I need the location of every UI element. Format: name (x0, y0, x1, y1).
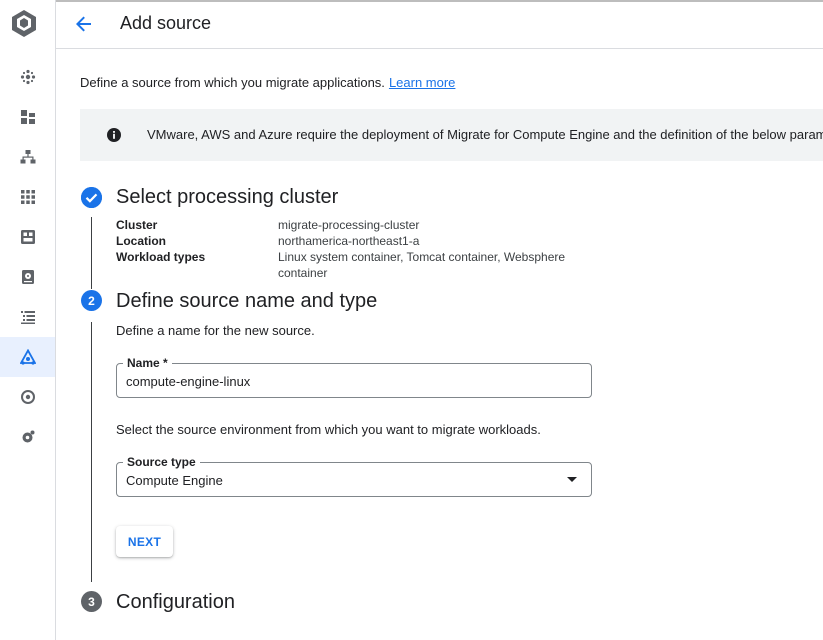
summary-label-workload-types: Workload types (116, 250, 206, 264)
list-icon (20, 311, 35, 324)
learn-more-link[interactable]: Learn more (389, 75, 455, 90)
migrate-icon (19, 349, 36, 365)
check-circle-icon (81, 187, 102, 208)
back-button[interactable] (72, 12, 96, 36)
intro-description: Define a source from which you migrate a… (80, 75, 385, 90)
discover-icon (20, 110, 35, 124)
settings-icon (22, 430, 34, 443)
stepper-line (91, 322, 92, 582)
step-2-indicator: 2 (81, 290, 102, 311)
summary-label-cluster: Cluster (116, 218, 158, 232)
rail-item-overview[interactable] (0, 217, 55, 257)
intro-text: Define a source from which you migrate a… (80, 75, 455, 90)
summary-value-workload-types: Linux system container, Tomcat container… (278, 250, 566, 280)
rail-item-list[interactable] (0, 297, 55, 337)
product-logo-icon[interactable] (8, 7, 40, 39)
rail-item-settings[interactable] (0, 417, 55, 457)
step-1-complete-indicator (81, 187, 102, 208)
rail-item-storage[interactable] (0, 257, 55, 297)
step-3-indicator: 3 (81, 591, 102, 612)
step-1-title[interactable]: Select processing cluster (116, 186, 338, 209)
dashboard-icon (20, 69, 35, 85)
name-field[interactable]: Name * compute-engine-linux (116, 356, 592, 398)
summary-value-location: northamerica-northeast1-a (278, 234, 420, 248)
apps-grid-icon (20, 190, 35, 204)
target-icon (20, 390, 35, 404)
left-nav-rail (0, 0, 56, 640)
source-type-value: Compute Engine (126, 473, 223, 488)
rail-item-hierarchy[interactable] (0, 137, 55, 177)
info-banner: VMware, AWS and Azure require the deploy… (80, 109, 823, 161)
hierarchy-icon (20, 150, 35, 164)
rail-item-discover[interactable] (0, 97, 55, 137)
rail-item-apps[interactable] (0, 177, 55, 217)
rail-item-migrate[interactable] (0, 337, 55, 377)
step-2-title: Define source name and type (116, 290, 378, 312)
name-input[interactable]: compute-engine-linux (126, 374, 250, 389)
rail-item-target[interactable] (0, 377, 55, 417)
dropdown-arrow-icon (567, 477, 577, 482)
name-field-label: Name * (123, 356, 172, 370)
info-icon (107, 128, 121, 142)
rail-item-dashboard[interactable] (0, 57, 55, 97)
source-type-label: Source type (123, 455, 200, 469)
summary-value-cluster: migrate-processing-cluster (278, 218, 420, 232)
arrow-back-icon (76, 16, 91, 32)
name-description: Define a name for the new source. (116, 323, 315, 338)
storage-icon (21, 270, 34, 284)
next-button[interactable]: NEXT (116, 526, 173, 557)
banner-text: VMware, AWS and Azure require the deploy… (147, 127, 823, 142)
page-header: Add source (56, 0, 823, 49)
summary-label-location: Location (116, 234, 166, 248)
step-3-title: Configuration (116, 591, 235, 613)
page-title: Add source (120, 13, 212, 33)
source-type-select[interactable]: Source type Compute Engine (116, 455, 592, 497)
overview-icon (20, 230, 35, 244)
source-type-description: Select the source environment from which… (116, 422, 541, 437)
stepper-line (91, 217, 92, 289)
